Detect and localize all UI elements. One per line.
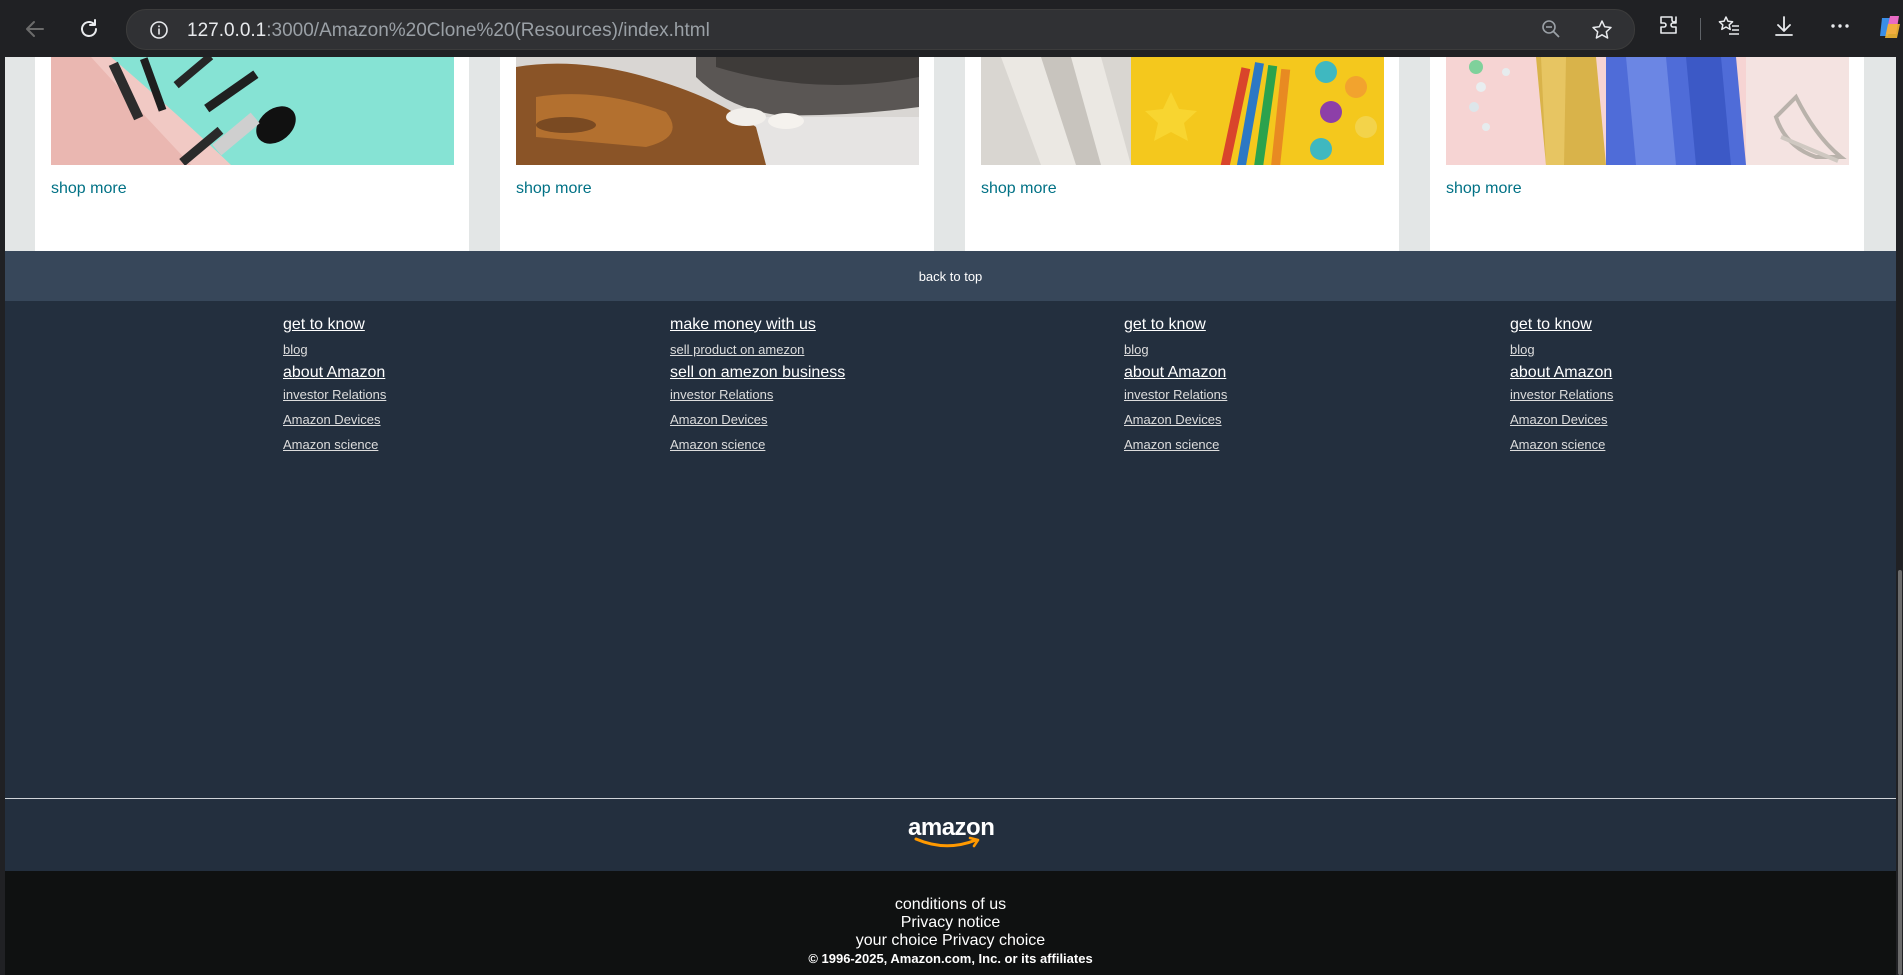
- reload-icon: [81, 19, 97, 37]
- toolbar-separator: [1700, 18, 1701, 40]
- footer-link[interactable]: Amazon Devices: [1510, 412, 1608, 427]
- more-menu-icon[interactable]: [1828, 14, 1852, 38]
- footer-heading-link[interactable]: about Amazon: [1124, 364, 1226, 382]
- footer-logo-band: amazon: [5, 799, 1896, 871]
- fashion-image[interactable]: [1446, 57, 1849, 165]
- copilot-icon[interactable]: [1878, 14, 1903, 40]
- footer-link[interactable]: Amazon Devices: [283, 412, 381, 427]
- product-card: shop more: [35, 57, 469, 251]
- reload-button[interactable]: [74, 14, 104, 44]
- footer-link[interactable]: investor Relations: [1510, 387, 1613, 402]
- back-button[interactable]: [20, 14, 50, 44]
- favorites-list-icon[interactable]: [1717, 14, 1741, 38]
- url-text[interactable]: 127.0.0.1:3000/Amazon%20Clone%20(Resourc…: [187, 20, 710, 42]
- extensions-icon[interactable]: [1658, 14, 1682, 38]
- favorite-star-icon[interactable]: [1591, 19, 1613, 41]
- footer-link[interactable]: Amazon science: [283, 437, 378, 452]
- url-host: 127.0.0.1: [187, 20, 267, 41]
- footer-heading-link[interactable]: get to know: [1510, 316, 1592, 334]
- footer-link[interactable]: sell product on amezon: [670, 342, 804, 357]
- footer-links-section: get to know blog about Amazon investor R…: [5, 301, 1896, 798]
- back-to-top-label: back to top: [918, 268, 983, 284]
- footer-link[interactable]: investor Relations: [283, 387, 386, 402]
- back-to-top-button[interactable]: back to top: [5, 251, 1896, 301]
- url-path: :3000/Amazon%20Clone%20(Resources)/index…: [266, 20, 710, 41]
- shop-more-link[interactable]: shop more: [1446, 180, 1522, 198]
- footer-heading-link[interactable]: make money with us: [670, 316, 816, 334]
- footer-heading-link[interactable]: get to know: [283, 316, 365, 334]
- footer-link[interactable]: blog: [283, 342, 308, 357]
- footer-heading-link[interactable]: sell on amezon business: [670, 364, 845, 382]
- beauty-makeup-image[interactable]: [51, 57, 454, 165]
- product-card: shop more: [500, 57, 934, 251]
- footer-link[interactable]: Amazon Devices: [1124, 412, 1222, 427]
- browser-toolbar: 127.0.0.1:3000/Amazon%20Clone%20(Resourc…: [0, 0, 1903, 57]
- footer-link[interactable]: Amazon science: [1510, 437, 1605, 452]
- shop-more-link[interactable]: shop more: [516, 180, 592, 198]
- address-bar[interactable]: 127.0.0.1:3000/Amazon%20Clone%20(Resourc…: [126, 9, 1635, 50]
- product-card: shop more: [965, 57, 1399, 251]
- footer-bottom: conditions of us Privacy notice your cho…: [5, 871, 1896, 975]
- footer-link[interactable]: investor Relations: [1124, 387, 1227, 402]
- conditions-link[interactable]: conditions of us: [5, 896, 1896, 914]
- amazon-smile-icon: [914, 836, 980, 848]
- footer-link[interactable]: Amazon science: [1124, 437, 1219, 452]
- footer-heading-link[interactable]: get to know: [1124, 316, 1206, 334]
- footer-link[interactable]: investor Relations: [670, 387, 773, 402]
- amazon-logo[interactable]: amazon: [908, 814, 995, 850]
- privacy-notice-link[interactable]: Privacy notice: [5, 914, 1896, 932]
- footer-heading-link[interactable]: about Amazon: [283, 364, 385, 382]
- footer-link[interactable]: Amazon Devices: [670, 412, 768, 427]
- copyright-text: © 1996-2025, Amazon.com, Inc. or its aff…: [808, 951, 1093, 966]
- shop-more-link[interactable]: shop more: [51, 180, 127, 198]
- shop-more-link[interactable]: shop more: [981, 180, 1057, 198]
- scrollbar-thumb[interactable]: [1898, 570, 1902, 975]
- site-info-icon[interactable]: [149, 20, 169, 40]
- privacy-choice-link[interactable]: your choice Privacy choice: [5, 932, 1896, 950]
- school-supplies-image[interactable]: [981, 57, 1384, 165]
- product-cards-row: shop more shop more shop more shop more: [5, 57, 1896, 251]
- footer-link[interactable]: blog: [1510, 342, 1535, 357]
- download-icon[interactable]: [1772, 14, 1796, 38]
- zoom-icon[interactable]: [1541, 19, 1561, 39]
- footer-link[interactable]: blog: [1124, 342, 1149, 357]
- footer-link[interactable]: Amazon science: [670, 437, 765, 452]
- pet-cat-image[interactable]: [516, 57, 919, 165]
- page-viewport: shop more shop more shop more shop more …: [5, 57, 1896, 975]
- footer-heading-link[interactable]: about Amazon: [1510, 364, 1612, 382]
- back-arrow-icon: [26, 21, 44, 37]
- product-card: shop more: [1430, 57, 1864, 251]
